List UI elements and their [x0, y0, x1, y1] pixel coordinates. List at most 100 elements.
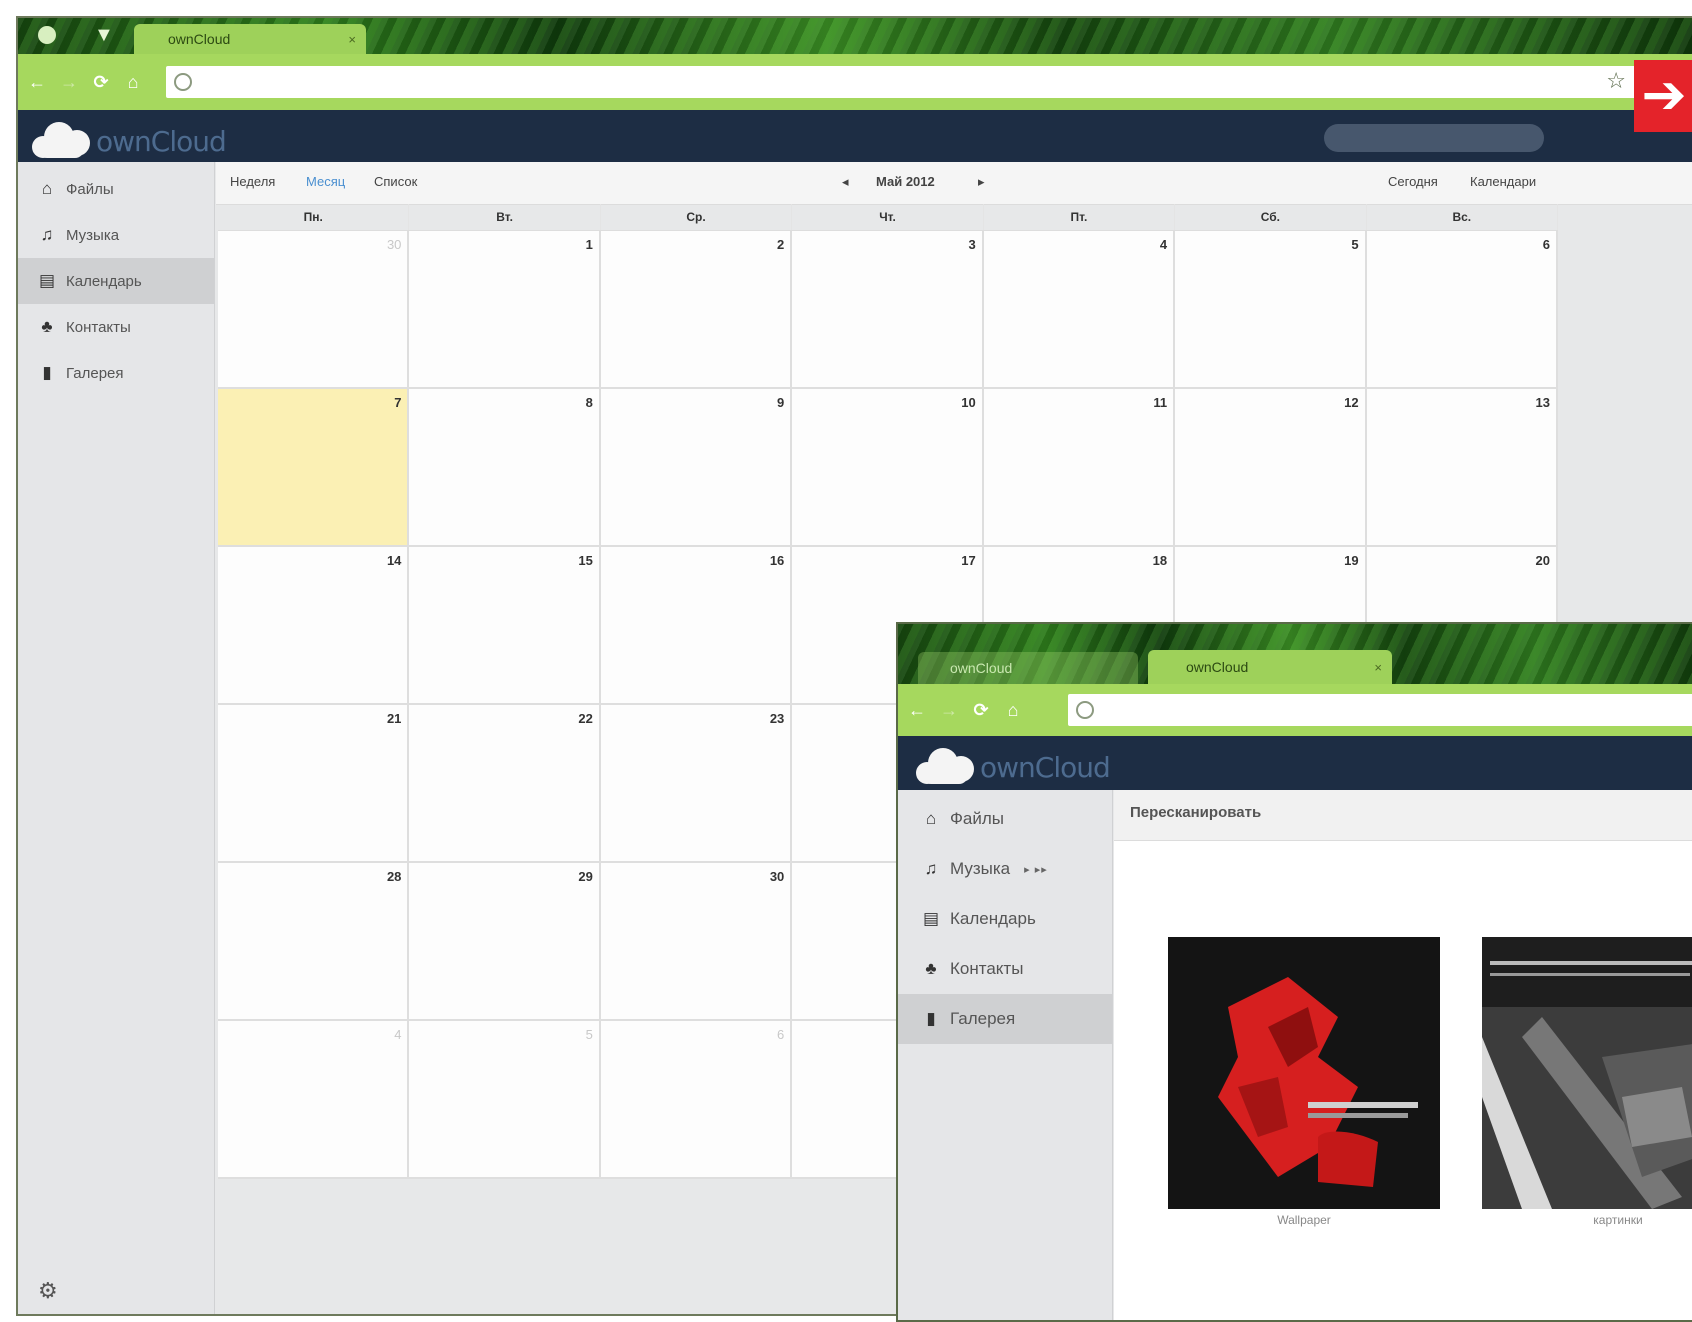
tab-title: ownCloud [950, 660, 1013, 676]
calendars-button[interactable]: Календари [1470, 174, 1536, 189]
day-cell[interactable]: 10 [792, 389, 984, 547]
home-icon[interactable]: ⌂ [1000, 697, 1026, 723]
gallery-grid: Wallpaper картинки [1114, 841, 1692, 1320]
weekday-label: Пн. [218, 204, 410, 230]
day-cell[interactable]: 23 [600, 705, 793, 863]
album-cover-red-art [1168, 937, 1440, 1209]
day-cell[interactable]: 28 [218, 863, 410, 1021]
day-cell[interactable]: 16 [600, 547, 793, 705]
album-cover-photo [1482, 937, 1692, 1209]
contacts-icon: ♣ [925, 959, 937, 978]
day-cell-today[interactable]: 7 [218, 389, 410, 547]
album-thumbnail[interactable] [1168, 937, 1440, 1209]
nav-item-calendar[interactable]: ▤ Календарь [898, 894, 1112, 944]
nav-item-contacts[interactable]: ♣ Контакты [898, 944, 1112, 994]
day-cell[interactable]: 21 [218, 705, 410, 863]
browser-menu-icon[interactable] [38, 26, 56, 44]
day-cell[interactable]: 4 [218, 1021, 410, 1179]
gallery-icon: ▮ [926, 1009, 936, 1028]
search-input[interactable] [1324, 124, 1544, 152]
owncloud-header: ownCloud [898, 736, 1692, 790]
tab-strip: ▼ ownCloud × [18, 18, 1692, 54]
day-cell[interactable]: 1 [409, 231, 601, 389]
album-label: Wallpaper [1277, 1213, 1331, 1227]
album-thumbnail[interactable] [1482, 937, 1692, 1209]
day-cell[interactable]: 5 [1175, 231, 1367, 389]
nav-item-gallery[interactable]: ▮ Галерея [898, 994, 1112, 1044]
weekday-label: Вс. [1367, 204, 1558, 230]
nav-label: Календарь [66, 272, 142, 290]
day-cell[interactable]: 22 [409, 705, 601, 863]
day-cell[interactable]: 4 [983, 231, 1176, 389]
day-cell[interactable]: 11 [983, 389, 1176, 547]
weekday-label: Сб. [1175, 204, 1367, 230]
calendar-controls: Неделя Месяц Список ◂ Май 2012 ▸ Сегодня… [216, 162, 1692, 205]
nav-item-music[interactable]: ♫ Музыка ▸ ▸▸ [898, 844, 1112, 894]
view-week-button[interactable]: Неделя [230, 174, 275, 189]
day-cell[interactable]: 6 [1366, 231, 1558, 389]
nav-item-contacts[interactable]: ♣ Контакты [18, 304, 214, 350]
logout-arrow-icon[interactable]: ➔ [1634, 60, 1692, 132]
day-cell[interactable]: 14 [218, 547, 410, 705]
reload-icon[interactable]: ⟳ [968, 697, 994, 723]
browser-tab[interactable]: ownCloud [918, 652, 1138, 684]
day-cell[interactable]: 5 [409, 1021, 601, 1179]
nav-label: Музыка [950, 859, 1011, 878]
home-icon[interactable]: ⌂ [120, 69, 146, 95]
forward-icon[interactable]: → [56, 69, 82, 95]
prev-month-button[interactable]: ◂ [842, 174, 849, 190]
day-cell[interactable]: 9 [600, 389, 793, 547]
album-label: картинки [1593, 1213, 1643, 1227]
nav-item-music[interactable]: ♫ Музыка [18, 212, 214, 258]
bookmark-star-icon[interactable]: ☆ [1606, 68, 1626, 94]
nav-item-files[interactable]: ⌂ Файлы [898, 794, 1112, 844]
music-playback-controls[interactable]: ▸ ▸▸ [1024, 863, 1048, 876]
app-navigation: ⌂ Файлы ♫ Музыка ▤ Календарь ♣ Контакты … [18, 162, 215, 1314]
day-cell[interactable]: 2 [600, 231, 793, 389]
view-list-button[interactable]: Список [374, 174, 417, 189]
browser-tab-active[interactable]: ownCloud × [1148, 650, 1392, 684]
forward-icon[interactable]: → [936, 697, 962, 723]
close-icon[interactable]: × [1374, 660, 1382, 675]
close-icon[interactable]: × [348, 32, 356, 47]
logo-wordmark: ownCloud [980, 751, 1111, 784]
cloud-logo-icon [912, 744, 976, 784]
owncloud-logo[interactable]: ownCloud [912, 744, 1111, 784]
day-cell[interactable]: 12 [1175, 389, 1367, 547]
tab-strip: ownCloud ownCloud × [898, 624, 1692, 684]
address-bar[interactable] [1068, 694, 1692, 726]
day-cell[interactable]: 8 [409, 389, 601, 547]
day-cell[interactable]: 6 [600, 1021, 793, 1179]
current-period: Май 2012 [876, 174, 935, 189]
day-cell[interactable]: 3 [792, 231, 984, 389]
day-cell[interactable]: 15 [409, 547, 601, 705]
nav-label: Контакты [950, 959, 1024, 978]
home-icon: ⌂ [41, 179, 53, 198]
day-cell[interactable]: 29 [409, 863, 601, 1021]
settings-gear-icon[interactable]: ⚙ [38, 1278, 58, 1304]
day-cell[interactable]: 13 [1366, 389, 1558, 547]
calendar-icon: ▤ [922, 909, 940, 928]
reload-icon[interactable]: ⟳ [88, 69, 114, 95]
back-icon[interactable]: ← [24, 69, 50, 95]
incognito-icon: ▼ [94, 24, 114, 46]
logo-wordmark: ownCloud [96, 125, 227, 158]
rescan-button[interactable]: Пересканировать [1130, 804, 1261, 821]
today-button[interactable]: Сегодня [1388, 174, 1438, 189]
weekday-label: Чт. [792, 204, 984, 230]
next-month-button[interactable]: ▸ [978, 174, 985, 190]
address-bar[interactable]: ☆ [166, 66, 1660, 98]
nav-item-gallery[interactable]: ▮ Галерея [18, 350, 214, 396]
nav-label: Галерея [950, 1009, 1016, 1028]
owncloud-logo[interactable]: ownCloud [28, 118, 227, 158]
nav-label: Файлы [950, 809, 1005, 828]
gallery-browser-window: ownCloud ownCloud × ← → ⟳ ⌂ ownCloud ⌂ Ф… [896, 622, 1692, 1322]
cloud-logo-icon [28, 118, 92, 158]
nav-item-files[interactable]: ⌂ Файлы [18, 166, 214, 212]
nav-item-calendar[interactable]: ▤ Календарь [18, 258, 214, 304]
view-month-button[interactable]: Месяц [306, 174, 345, 189]
back-icon[interactable]: ← [904, 697, 930, 723]
day-cell[interactable]: 30 [218, 231, 410, 389]
browser-tab[interactable]: ownCloud × [134, 24, 366, 54]
day-cell[interactable]: 30 [600, 863, 793, 1021]
